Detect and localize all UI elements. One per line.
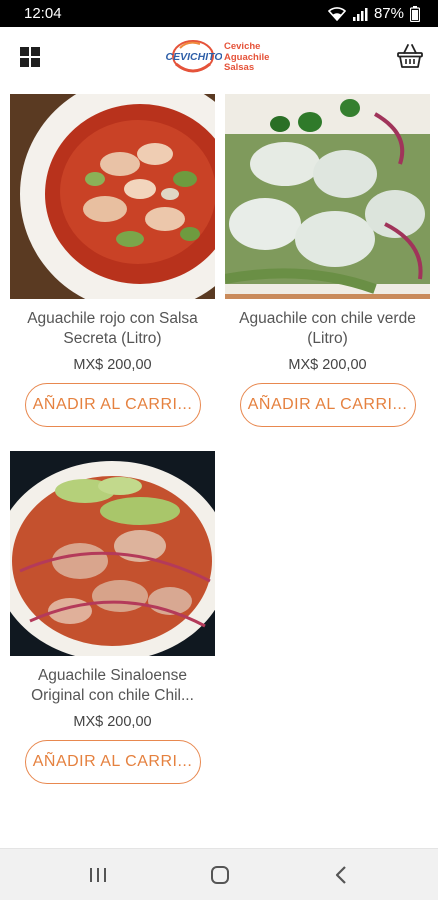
product-name: Aguachile rojo con Salsa Secreta (Litro) <box>27 310 198 347</box>
add-to-cart-button[interactable]: AÑADIR AL CARRI... <box>239 383 416 427</box>
product-card[interactable]: Aguachile Sinaloense Original con chile … <box>10 451 215 784</box>
product-price: MX$ 200,00 <box>73 357 152 373</box>
store-logo[interactable]: CEVICHITO Ceviche Aguachile Salsas <box>166 38 276 78</box>
status-icons: 87% <box>327 5 420 22</box>
add-to-cart-button[interactable]: AÑADIR AL CARRI... <box>24 383 201 427</box>
shopping-basket-icon[interactable] <box>396 42 424 70</box>
product-card[interactable]: Aguachile rojo con Salsa Secreta (Litro)… <box>10 94 215 427</box>
status-time: 12:04 <box>24 5 62 22</box>
recent-apps-icon[interactable] <box>84 862 112 888</box>
logo-line-salsas: Salsas <box>224 62 255 73</box>
basket-glyph <box>397 44 423 68</box>
app-bar: CEVICHITO Ceviche Aguachile Salsas <box>0 27 438 89</box>
shrimp-logo-icon: CEVICHITO <box>166 40 222 73</box>
home-icon[interactable] <box>206 862 234 888</box>
back-icon[interactable] <box>328 862 356 888</box>
system-nav-bar <box>0 848 438 900</box>
logo-brand-text: CEVICHITO <box>166 51 222 63</box>
logo-tagline: Ceviche Aguachile Salsas <box>224 41 269 74</box>
battery-icon <box>410 5 420 22</box>
add-to-cart-button[interactable]: AÑADIR AL CARRI... <box>24 740 201 784</box>
logo-line-ceviche: Ceviche <box>224 41 261 52</box>
product-name: Aguachile Sinaloense Original con chile … <box>31 667 194 704</box>
product-price: MX$ 200,00 <box>73 714 152 730</box>
product-image[interactable] <box>10 94 215 299</box>
product-card[interactable]: Aguachile con chile verde (Litro) MX$ 20… <box>225 94 430 427</box>
signal-icon <box>352 7 368 21</box>
product-price: MX$ 200,00 <box>288 357 367 373</box>
battery-percent: 87% <box>373 5 404 22</box>
wifi-icon <box>327 6 346 21</box>
product-image[interactable] <box>225 94 430 299</box>
grid-menu-icon[interactable] <box>18 45 42 69</box>
status-bar: 12:04 87% <box>0 0 438 27</box>
product-image[interactable] <box>10 451 215 656</box>
product-name: Aguachile con chile verde (Litro) <box>239 310 416 347</box>
